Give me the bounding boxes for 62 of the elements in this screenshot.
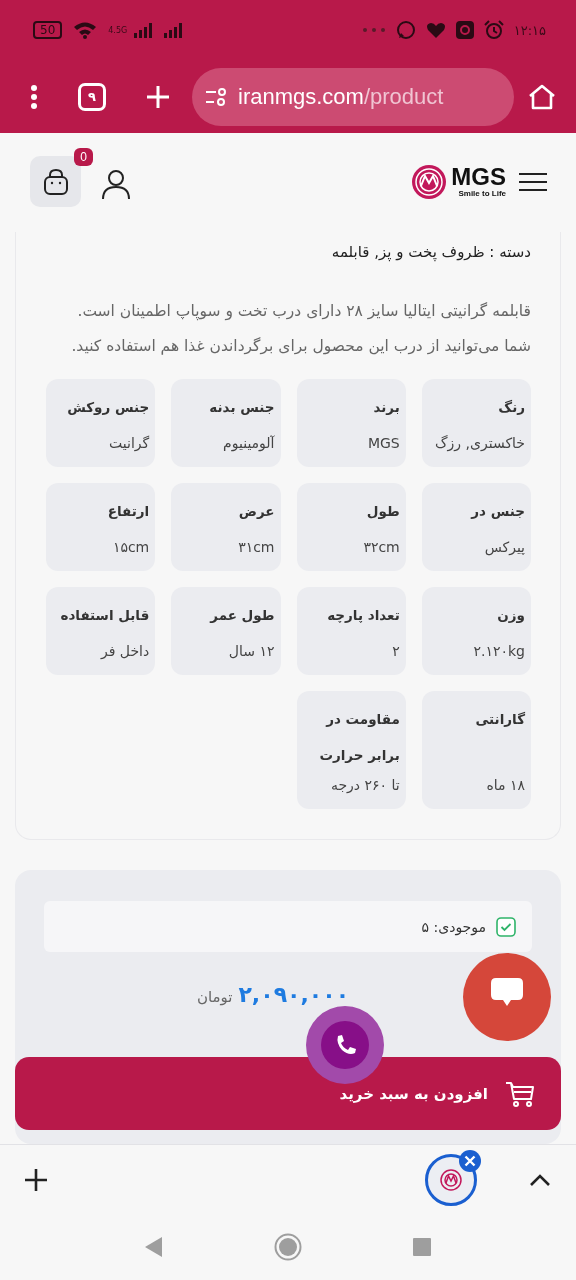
spec-value: MGS: [366, 434, 400, 453]
logo-icon: [411, 163, 448, 200]
caret-up-icon[interactable]: [529, 1172, 551, 1187]
site-settings-icon: [204, 86, 228, 107]
cart-button[interactable]: [30, 156, 81, 207]
spec-label: طول عمر: [208, 606, 275, 625]
spec-value: ۲.۱۲۰kg: [472, 642, 525, 661]
new-tab-icon[interactable]: [24, 1167, 48, 1192]
price: ۲,۰۹۰,۰۰۰: [238, 982, 350, 1007]
tab-count-button[interactable]: ۹: [78, 82, 106, 111]
home-icon[interactable]: [528, 83, 556, 110]
logo-tagline: Smile to Life: [458, 189, 506, 198]
close-icon[interactable]: [458, 1148, 482, 1173]
address-bar[interactable]: iranmgs.com/product: [192, 67, 514, 126]
spec-label: گارانتی: [474, 710, 525, 729]
product-category: دسته : ظروف پخت و پز, قابلمه: [330, 242, 531, 264]
spec-label: جنس بدنه: [208, 398, 275, 417]
product-description: قابلمه گرانیتی ایتالیا سایز ۲۸ دارای درب تخت و سوپاپ اطمینان است. شما می‌توانید از درب این محصول برای برگرداندن غذا هم استفاده کنید.: [70, 301, 531, 357]
spec-label: جنس در: [469, 502, 525, 521]
cart-count-badge: 0: [74, 148, 93, 166]
spec-value: گرانیت: [108, 434, 150, 454]
network-type: 4.5G: [108, 25, 125, 35]
spec-label: جنس روکش: [66, 398, 150, 417]
menu-icon[interactable]: [30, 83, 38, 110]
chat-button[interactable]: [462, 952, 552, 1042]
spec-value: تا ۲۶۰ درجه: [329, 776, 400, 795]
spec-label: وزن: [496, 606, 525, 625]
wifi-icon: [72, 20, 99, 40]
call-button[interactable]: [305, 1005, 385, 1085]
spec-value: ۱۵cm: [111, 538, 150, 557]
spec-label: طول: [365, 502, 400, 521]
currency: تومان: [196, 988, 233, 1006]
url-text: iranmgs.com/product: [238, 83, 444, 110]
spec-value: آلومینیوم: [222, 434, 275, 454]
spec-label: عرض: [237, 502, 275, 521]
spec-value: خاکستری, رزگ: [434, 434, 525, 454]
spec-label: تعداد پارچه: [326, 606, 400, 625]
spec-value: ۱۲ سال: [227, 642, 275, 661]
spec-value: ۲: [391, 642, 400, 661]
more-icon: [361, 27, 386, 33]
menu-icon[interactable]: [518, 170, 548, 193]
spec-value: ۳۱cm: [237, 538, 275, 557]
spec-value: پیرکس: [483, 538, 525, 558]
chat-bubble-icon: [395, 20, 416, 40]
spec-value: داخل فر: [99, 642, 150, 661]
app-icon: [455, 21, 474, 39]
spec-label: ارتفاع: [106, 502, 150, 521]
spec-value: ۱۸ ماه: [485, 776, 525, 795]
spec-label: رنگ: [497, 398, 525, 417]
spec-label: مقاومت در برابر حرارت: [318, 710, 400, 765]
alarm-icon: [483, 20, 504, 40]
spec-label: قابل استفاده: [59, 606, 150, 625]
battery-indicator: 50: [33, 21, 63, 39]
spec-label: برند: [372, 398, 400, 417]
clock-time: ۱۲:۱۵: [513, 22, 546, 38]
user-icon[interactable]: [101, 167, 131, 200]
stock-count: موجودی: ۵: [421, 918, 486, 935]
add-to-cart-button[interactable]: افزودن به سبد خرید: [15, 1057, 561, 1130]
logo-name: MGS: [451, 165, 506, 189]
logo-icon: [440, 1168, 462, 1191]
heart-icon: [425, 21, 446, 39]
spec-value: ۳۲cm: [362, 538, 400, 557]
